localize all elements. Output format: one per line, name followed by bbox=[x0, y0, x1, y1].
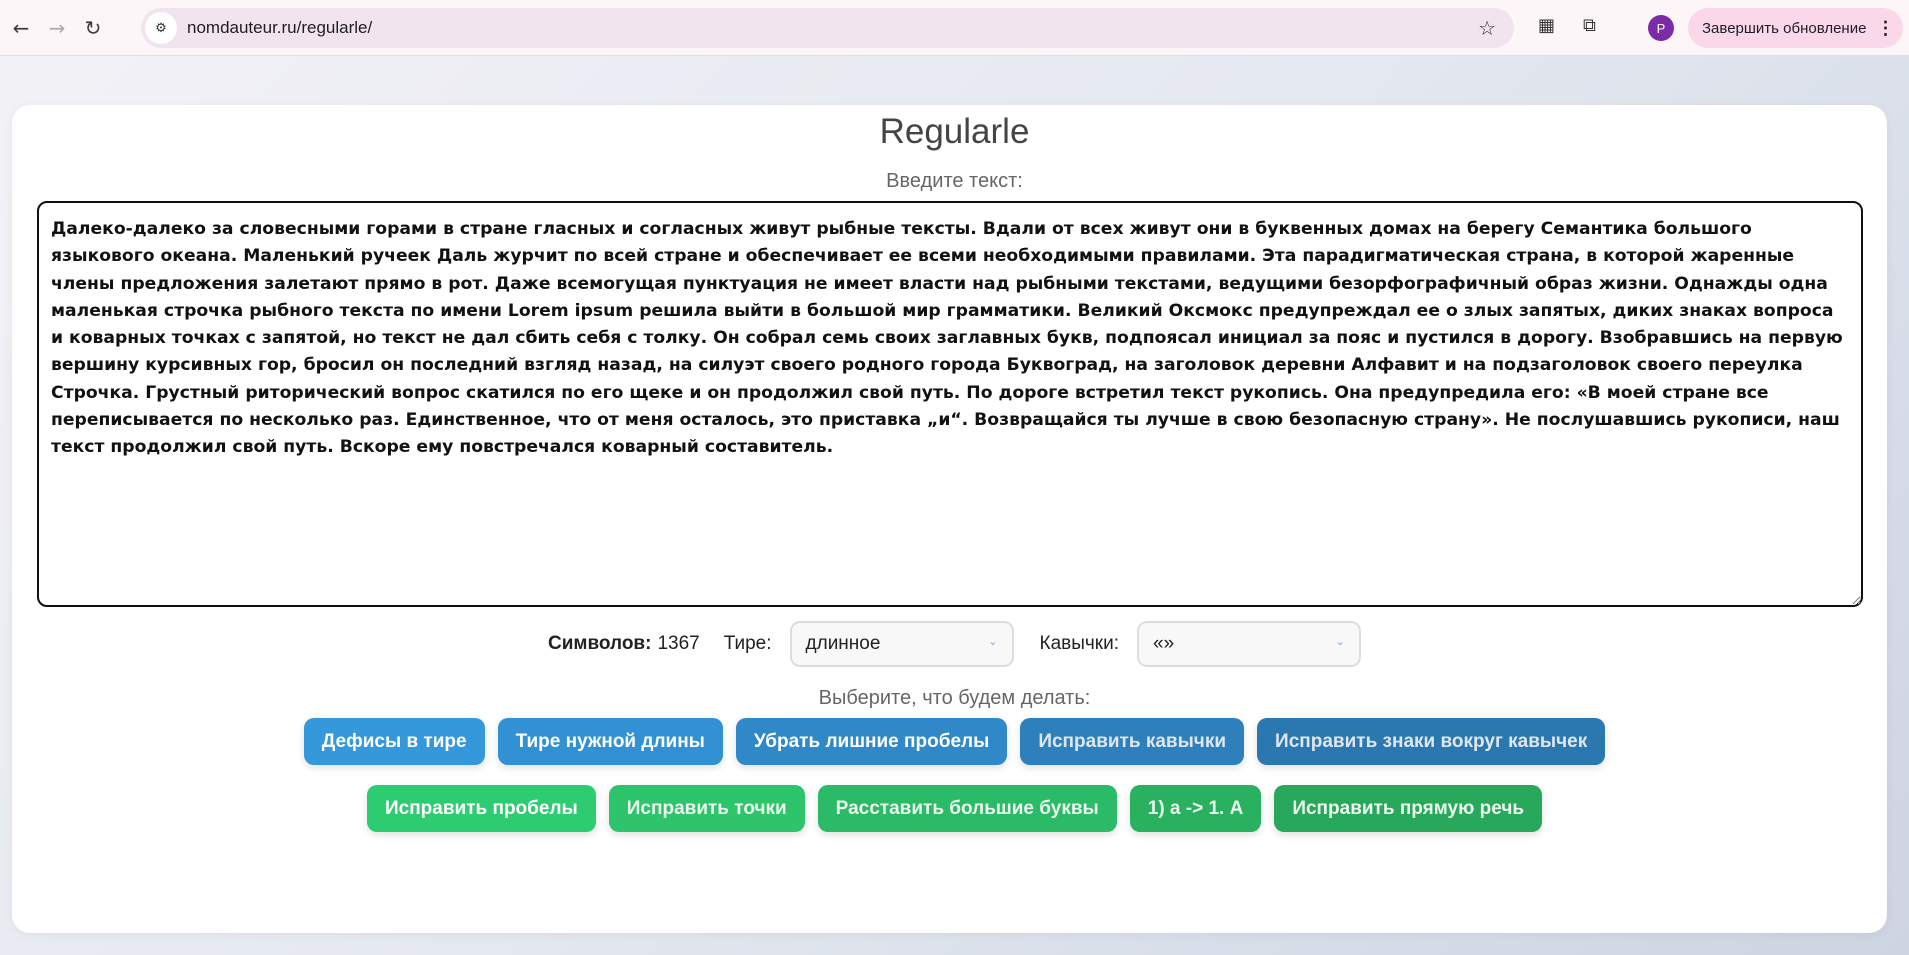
fix-quote-marks-button[interactable]: Исправить знаки вокруг кавычек bbox=[1257, 718, 1606, 765]
options-row: Символов: 1367 Тире: длинное ⌄ Кавычки: «… bbox=[0, 621, 1909, 667]
extensions-icon[interactable]: ⧉ bbox=[1583, 15, 1596, 36]
hyphens-to-dash-button[interactable]: Дефисы в тире bbox=[303, 718, 485, 765]
forward-icon[interactable]: → bbox=[42, 13, 72, 43]
capitalize-button[interactable]: Расставить большие буквы bbox=[817, 785, 1117, 832]
dash-length-button[interactable]: Тире нужной длины bbox=[497, 718, 723, 765]
update-label: Завершить обновление bbox=[1702, 19, 1867, 37]
blue-buttons-row: Дефисы в тире Тире нужной длины Убрать л… bbox=[0, 718, 1909, 765]
list-format-button[interactable]: 1) а -> 1. А bbox=[1129, 785, 1262, 832]
input-label: Введите текст: bbox=[886, 170, 1023, 192]
symbols-label: Символов: bbox=[547, 633, 652, 654]
fix-dots-button[interactable]: Исправить точки bbox=[608, 785, 805, 832]
dash-label: Тире: bbox=[723, 633, 772, 654]
green-buttons-row: Исправить пробелы Исправить точки Расста… bbox=[0, 785, 1909, 832]
symbols-count: 1367 bbox=[657, 633, 700, 654]
bookmark-star-icon[interactable]: ☆ bbox=[1478, 16, 1496, 40]
dash-value: длинное bbox=[805, 633, 881, 654]
profile-avatar[interactable]: P bbox=[1648, 15, 1674, 41]
fix-direct-speech-button[interactable]: Исправить прямую речь bbox=[1274, 785, 1543, 832]
url-text[interactable]: nomdauteur.ru/regularle/ bbox=[187, 18, 372, 38]
address-bar[interactable]: ⚙ nomdauteur.ru/regularle/ ☆ bbox=[141, 8, 1514, 48]
fix-quotes-button[interactable]: Исправить кавычки bbox=[1020, 718, 1245, 765]
quotes-label: Кавычки: bbox=[1039, 633, 1120, 654]
quotes-select[interactable]: «» ⌄ bbox=[1137, 621, 1362, 667]
site-settings-icon[interactable]: ⚙ bbox=[145, 12, 177, 44]
chevron-down-icon: ⌄ bbox=[988, 636, 998, 648]
fix-spaces-button[interactable]: Исправить пробелы bbox=[366, 785, 596, 832]
menu-icon[interactable]: ⋮ bbox=[1876, 18, 1894, 39]
reload-icon[interactable]: ↻ bbox=[78, 13, 108, 43]
page-title: Regularle bbox=[879, 112, 1030, 151]
text-input[interactable]: Далеко-далеко за словесными горами в стр… bbox=[37, 201, 1863, 607]
update-button[interactable]: Завершить обновление ⋮ bbox=[1688, 8, 1903, 48]
quotes-value: «» bbox=[1153, 633, 1175, 654]
chevron-down-icon: ⌄ bbox=[1335, 636, 1346, 648]
dash-select[interactable]: длинное ⌄ bbox=[789, 621, 1014, 667]
browser-toolbar: ← → ↻ ⚙ nomdauteur.ru/regularle/ ☆ ▦ ⧉ P… bbox=[0, 0, 1909, 56]
qr-code-icon[interactable]: ▦ bbox=[1538, 15, 1555, 36]
remove-extra-spaces-button[interactable]: Убрать лишние пробелы bbox=[735, 718, 1008, 765]
back-icon[interactable]: ← bbox=[6, 13, 36, 43]
choose-label: Выберите, что будем делать: bbox=[818, 687, 1091, 709]
